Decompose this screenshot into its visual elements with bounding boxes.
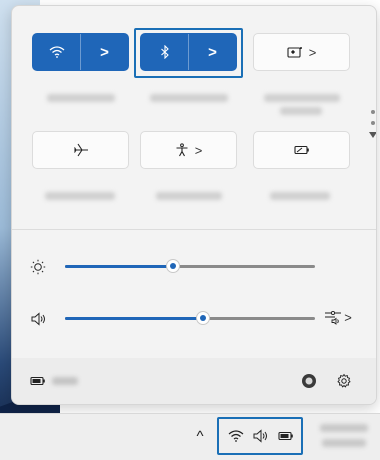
volume-slider-fill — [65, 317, 203, 320]
volume-slider-thumb[interactable] — [195, 311, 210, 325]
quick-settings-footer — [12, 358, 376, 404]
chevron-up-icon: ^ — [196, 427, 204, 445]
gear-icon[interactable] — [335, 372, 353, 390]
tile-label-airplane — [45, 192, 115, 200]
battery-icon[interactable] — [277, 429, 295, 443]
wifi-icon[interactable] — [226, 428, 246, 444]
tile-label-cast — [264, 94, 340, 102]
divider — [12, 229, 376, 230]
battery-saver-icon — [293, 145, 309, 155]
tile-label-energy — [270, 192, 330, 200]
chevron-right-icon: > — [194, 142, 203, 158]
audio-output-button[interactable]: > — [320, 306, 356, 328]
page-dot — [371, 121, 375, 125]
brightness-slider[interactable] — [65, 265, 315, 268]
tile-label-wifi — [47, 94, 115, 102]
wifi-toggle[interactable] — [33, 34, 81, 70]
airplane-mode-tile[interactable] — [32, 131, 129, 169]
brightness-slider-fill — [65, 265, 173, 268]
scroll-down-arrow-icon — [369, 132, 376, 138]
chevron-right-icon: > — [100, 43, 109, 61]
bluetooth-highlight-box — [134, 28, 243, 78]
chevron-right-icon: > — [308, 44, 317, 60]
cast-tile[interactable]: > — [253, 33, 350, 71]
clock-time — [320, 424, 368, 432]
energy-saver-tile[interactable] — [253, 131, 350, 169]
tile-label-bluetooth — [150, 94, 228, 102]
battery-percentage — [52, 377, 78, 385]
battery-icon[interactable] — [29, 374, 47, 388]
speaker-icon[interactable] — [28, 309, 50, 329]
brightness-slider-thumb[interactable] — [165, 259, 180, 273]
taskbar: ^ — [0, 413, 380, 460]
page-indicator[interactable] — [369, 110, 376, 138]
wifi-expand-button[interactable]: > — [81, 34, 128, 70]
airplane-icon — [73, 143, 88, 157]
accessibility-tile[interactable]: > — [140, 131, 237, 169]
speaker-icon[interactable] — [252, 428, 270, 444]
wifi-tile[interactable]: > — [32, 33, 129, 71]
cast-icon — [287, 46, 302, 58]
user-avatar-icon[interactable] — [300, 372, 318, 390]
audio-output-icon — [325, 310, 342, 325]
page-dot — [371, 110, 375, 114]
brightness-icon — [28, 257, 48, 277]
tile-label-accessibility — [156, 192, 222, 200]
tile-label-cast-line2 — [280, 107, 322, 115]
wifi-icon — [49, 46, 64, 58]
chevron-right-icon: > — [344, 309, 352, 325]
volume-slider[interactable] — [65, 317, 315, 320]
quick-settings-flyout: > > > > > — [11, 5, 377, 405]
clock-date — [322, 439, 366, 447]
accessibility-icon — [176, 143, 188, 157]
show-hidden-icons-button[interactable]: ^ — [192, 427, 208, 445]
